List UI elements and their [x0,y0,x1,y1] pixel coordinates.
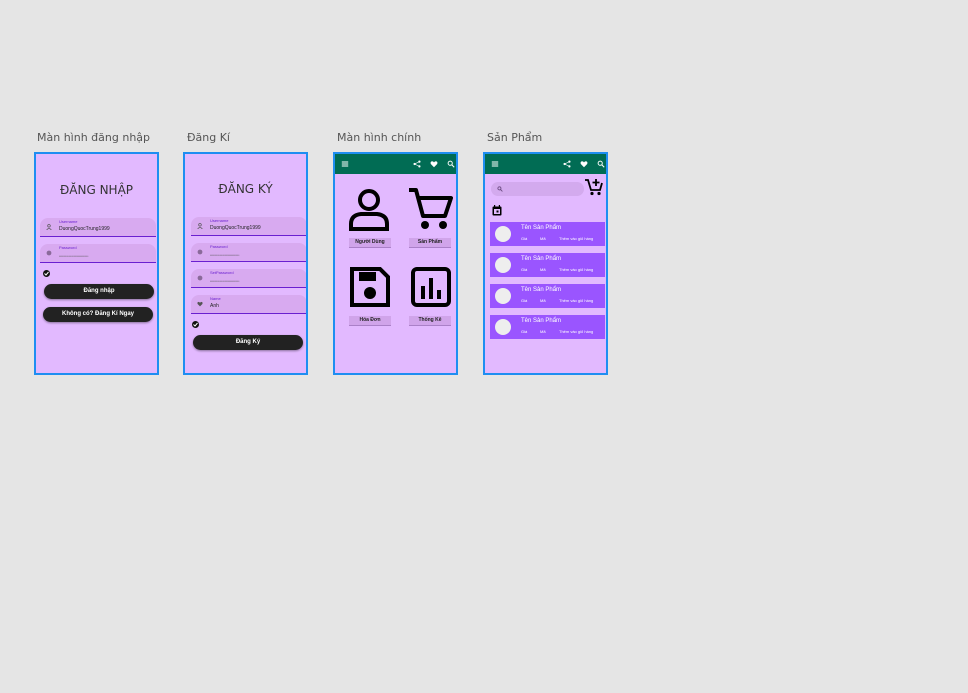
user-icon [197,223,203,229]
username-label: Username [210,218,229,223]
product-thumbnail [495,288,511,304]
password-value: •••••••••••••••••••••••••••• [59,254,89,258]
frame-title-register: Đăng Kí [187,131,230,144]
add-to-cart-link[interactable]: Thêm vào giỏ hàng [559,267,593,272]
search-icon[interactable] [597,160,605,168]
name-label: Name [210,296,221,301]
username-field[interactable]: Username DuongQuocTrung1999 [40,218,156,237]
search-input[interactable] [491,182,584,196]
username-value: DuongQuocTrung1999 [59,226,110,232]
product-name: Tên Sản Phẩm [521,256,562,262]
product-code: Mã [540,267,546,272]
cart-icon[interactable] [407,186,453,232]
setpassword-field[interactable]: SetPassword •••••••••••••••••••••••••••• [191,269,306,288]
product-item[interactable]: Tên Sản Phẩm Giá Mã Thêm vào giỏ hàng [490,315,605,339]
product-price: Giá [521,329,528,334]
app-bar [485,154,606,174]
fingerprint-icon [197,249,203,255]
login-button[interactable]: Đăng nhập [44,284,154,299]
tile-label-statistics[interactable]: Thống Kê [409,316,451,326]
product-name: Tên Sản Phẩm [521,287,562,293]
register-screen: ĐĂNG KÝ Username DuongQuocTrung1999 Pass… [183,152,308,375]
product-item[interactable]: Tên Sản Phẩm Giá Mã Thêm vào giỏ hàng [490,253,605,277]
search-icon [497,186,503,192]
share-icon[interactable] [413,160,421,168]
product-code: Mã [540,329,546,334]
product-item[interactable]: Tên Sản Phẩm Giá Mã Thêm vào giỏ hàng [490,222,605,246]
check-icon [44,271,49,276]
add-to-cart-link[interactable]: Thêm vào giỏ hàng [559,236,593,241]
heart-icon[interactable] [430,160,438,168]
search-icon[interactable] [447,160,455,168]
register-link-button[interactable]: Không có? Đăng Kí Ngay [43,307,153,322]
product-code: Mã [540,298,546,303]
product-item[interactable]: Tên Sản Phẩm Giá Mã Thêm vào giỏ hàng [490,284,605,308]
products-screen: Tên Sản Phẩm Giá Mã Thêm vào giỏ hàng Tê… [483,152,608,375]
remember-checkbox[interactable] [43,270,50,277]
main-screen: Người Dùng Sản Phẩm Hóa Đơn Thống Kê [333,152,458,375]
tile-label-invoices[interactable]: Hóa Đơn [349,316,391,326]
register-heading: ĐĂNG KÝ [218,182,273,196]
product-name: Tên Sản Phẩm [521,225,562,231]
share-icon[interactable] [563,160,571,168]
username-value: DuongQuocTrung1999 [210,225,261,231]
add-to-cart-link[interactable]: Thêm vào giỏ hàng [559,298,593,303]
agree-checkbox[interactable] [192,321,199,328]
tile-label-users[interactable]: Người Dùng [349,238,391,248]
product-thumbnail [495,226,511,242]
save-icon[interactable] [349,266,391,308]
person-icon[interactable] [347,187,391,231]
setpassword-label: SetPassword [210,270,234,275]
login-screen: ĐĂNG NHẬP Username DuongQuocTrung1999 Pa… [34,152,159,375]
product-price: Giá [521,267,528,272]
password-field[interactable]: Password •••••••••••••••••••••••••••• [191,243,306,262]
product-price: Giá [521,298,528,303]
check-icon [193,322,198,327]
menu-icon[interactable] [341,160,349,168]
name-field[interactable]: Name Anh [191,295,306,314]
frame-title-main: Màn hình chính [337,131,422,144]
setpassword-value: •••••••••••••••••••••••••••• [210,279,240,283]
tile-label-products[interactable]: Sản Phẩm [409,238,451,248]
bar-chart-icon[interactable] [410,266,452,308]
password-label: Password [59,245,77,250]
product-name: Tên Sản Phẩm [521,318,562,324]
add-to-cart-icon[interactable] [584,178,604,196]
app-bar [335,154,456,174]
login-heading: ĐĂNG NHẬP [59,183,134,197]
frame-title-login: Màn hình đăng nhập [37,131,151,144]
password-field[interactable]: Password •••••••••••••••••••••••••••• [40,244,156,263]
heart-icon [197,301,203,307]
product-thumbnail [495,257,511,273]
frame-title-products: Sản Phẩm [487,131,543,144]
name-value: Anh [210,303,219,309]
product-thumbnail [495,319,511,335]
password-value: •••••••••••••••••••••••••••• [210,253,240,257]
username-field[interactable]: Username DuongQuocTrung1999 [191,217,306,236]
fingerprint-icon [46,250,52,256]
product-code: Mã [540,236,546,241]
username-label: Username [59,219,78,224]
add-to-cart-link[interactable]: Thêm vào giỏ hàng [559,329,593,334]
calendar-icon[interactable] [492,205,502,216]
product-price: Giá [521,236,528,241]
register-button[interactable]: Đăng Ký [193,335,303,350]
menu-icon[interactable] [491,160,499,168]
heart-icon[interactable] [580,160,588,168]
user-icon [46,224,52,230]
fingerprint-icon [197,275,203,281]
password-label: Password [210,244,228,249]
